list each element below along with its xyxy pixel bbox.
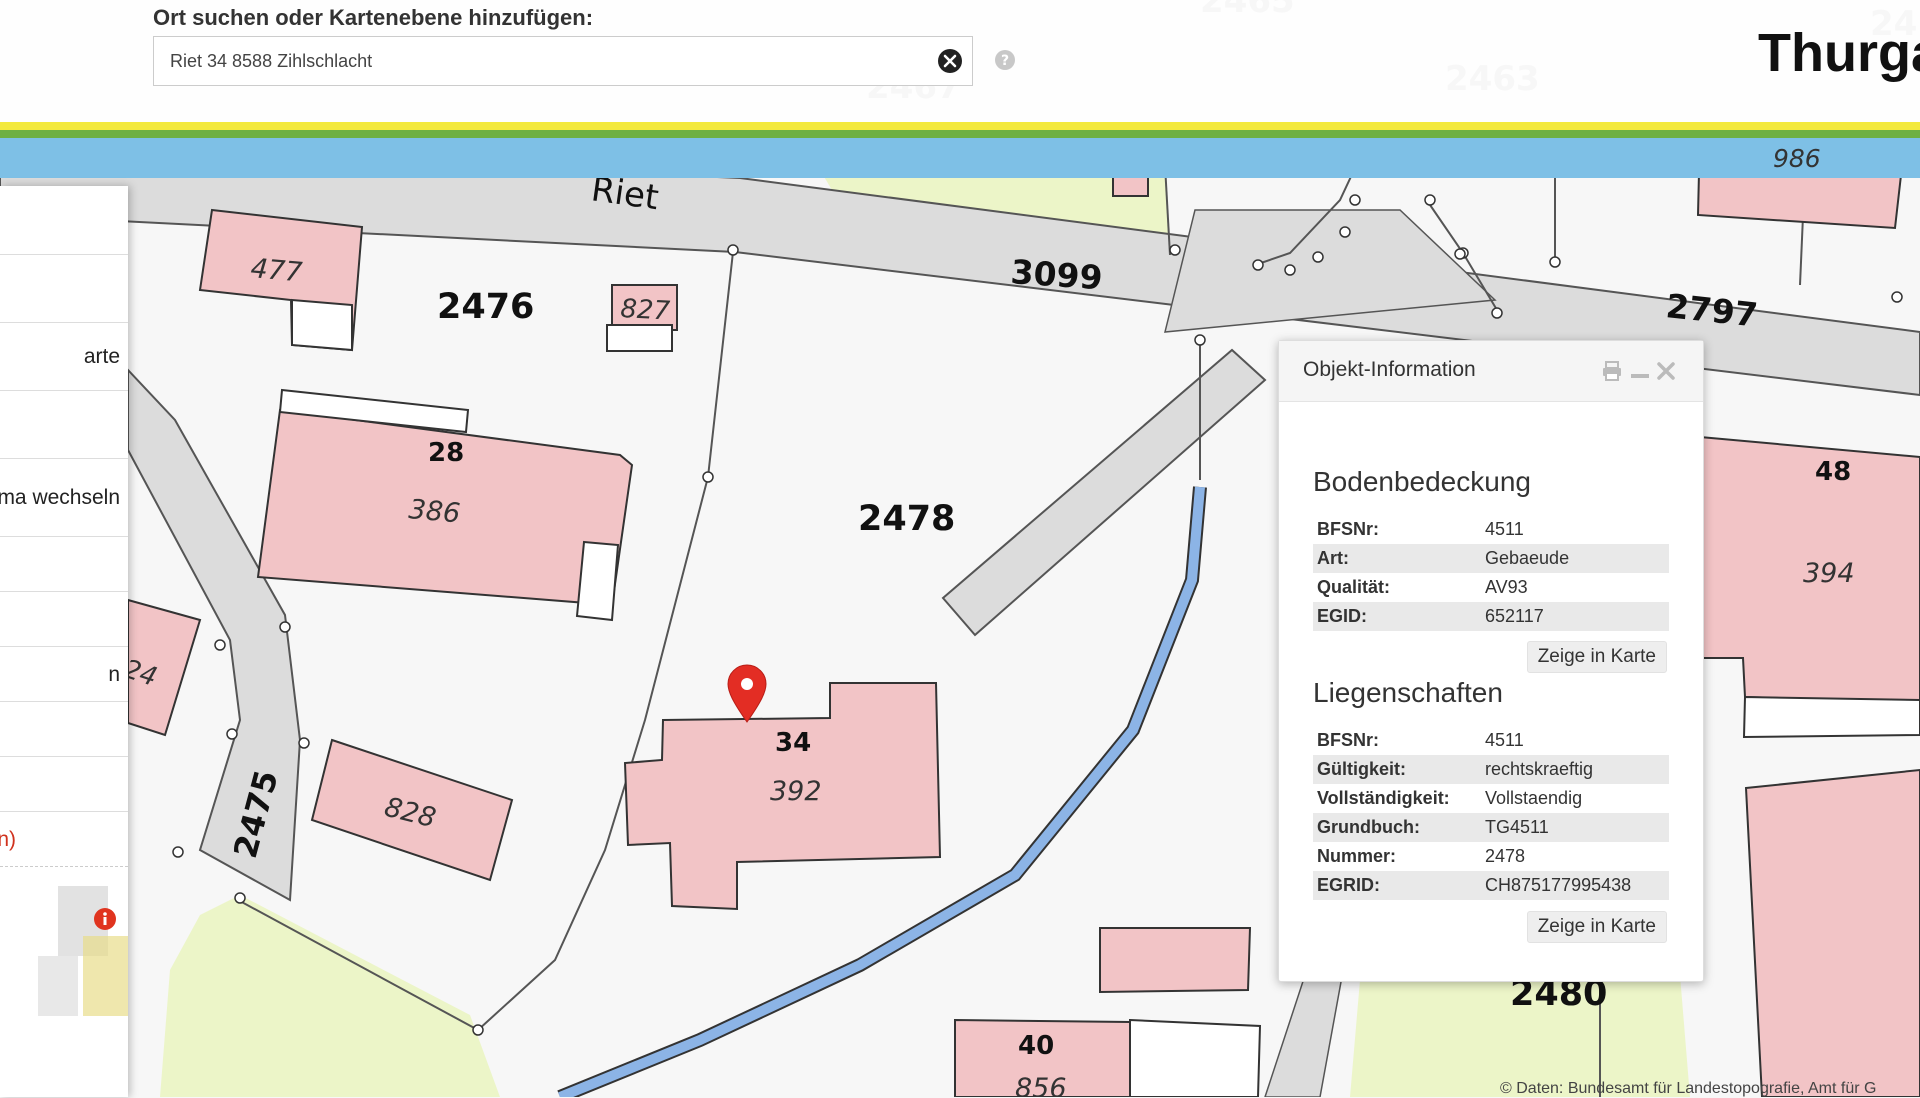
address-label: 34 (775, 728, 811, 758)
question-circle-icon[interactable]: ? (995, 50, 1015, 70)
parcel-label: 2478 (858, 499, 955, 539)
sidebar-row[interactable] (0, 591, 128, 647)
row-value: TG4511 (1481, 813, 1669, 842)
close-icon[interactable] (1655, 360, 1677, 382)
row-key: Gültigkeit: (1313, 755, 1481, 784)
table-row: Grundbuch: TG4511 (1313, 813, 1669, 842)
table-row: Gültigkeit: rechtskraeftig (1313, 755, 1669, 784)
section-title-bodenbedeckung: Bodenbedeckung (1313, 466, 1531, 497)
row-value: 2478 (1485, 846, 1526, 866)
sidebar-row[interactable] (0, 701, 128, 757)
table-row: EGID: 652117 (1313, 602, 1669, 631)
info-circle-icon[interactable] (94, 908, 116, 930)
row-key: Grundbuch: (1313, 813, 1481, 842)
popup-header[interactable]: Objekt-Information (1279, 341, 1703, 402)
building-label: 986 (1773, 144, 1821, 173)
brand-logo-text: Thurga (1758, 23, 1920, 83)
parcel-label: 2476 (437, 287, 534, 327)
svg-text:?: ? (1001, 53, 1009, 69)
zeige-in-karte-button[interactable]: Zeige in Karte (1526, 641, 1667, 673)
table-row: Qualität: AV93 (1313, 573, 1669, 602)
building-label: 386 (407, 494, 461, 529)
sidebar-row[interactable]: arte (0, 322, 128, 391)
building-label: 394 (1803, 558, 1855, 589)
row-key: Qualität: (1317, 577, 1391, 597)
sidebar-row[interactable] (0, 254, 128, 323)
table-row: Vollständigkeit: Vollstaendig (1313, 784, 1669, 813)
row-key: Vollständigkeit: (1317, 788, 1450, 808)
building-label: 392 (770, 776, 822, 807)
building-label: 827 (620, 294, 672, 327)
clear-circle-x-icon[interactable] (938, 49, 962, 73)
liegenschaften-table: BFSNr: 4511 Gültigkeit: rechtskraeftig Vol… (1313, 726, 1669, 900)
row-key: BFSNr: (1317, 730, 1379, 750)
top-bar: Ort suchen oder Kartenebene hinzufügen: … (0, 0, 1920, 125)
sidebar-row[interactable] (0, 390, 128, 459)
row-value: 4511 (1485, 730, 1524, 750)
row-value: Vollstaendig (1485, 788, 1583, 808)
sidebar-item-label: n) (0, 827, 16, 851)
bodenbedeckung-table: BFSNr: 4511 Art: Gebaeude Qualität: AV93 EG… (1313, 515, 1669, 631)
sidebar-row[interactable]: n) (0, 811, 128, 867)
sidebar-row[interactable]: n (0, 646, 128, 702)
print-icon[interactable] (1601, 360, 1623, 382)
header-stripes: 986 (0, 122, 1920, 178)
row-value: 4511 (1485, 519, 1524, 539)
panel-watermark-icon (38, 886, 128, 1016)
table-row: EGRID: CH875177995438 (1313, 871, 1669, 900)
parcel-label: 3099 (1009, 252, 1103, 297)
address-label: 28 (428, 438, 464, 468)
sidebar-row[interactable]: ma wechseln (0, 458, 128, 537)
address-label: 48 (1815, 457, 1851, 487)
popup-title: Objekt-Information (1303, 358, 1476, 381)
row-key: Art: (1313, 544, 1481, 573)
row-value: Gebaeude (1481, 544, 1669, 573)
sidebar-row[interactable] (0, 536, 128, 592)
search-label: Ort suchen oder Kartenebene hinzufügen: (153, 5, 594, 30)
row-value: CH875177995438 (1481, 871, 1669, 900)
row-value: rechtskraeftig (1481, 755, 1669, 784)
sidebar-item-label: arte (83, 345, 120, 368)
search-input[interactable] (154, 37, 914, 85)
section-title-liegenschaften: Liegenschaften (1313, 677, 1503, 708)
zeige-in-karte-button[interactable]: Zeige in Karte (1526, 911, 1667, 943)
minimize-icon[interactable] (1629, 360, 1651, 382)
sidebar-item-label: ma wechseln (0, 486, 120, 509)
row-key: Nummer: (1317, 846, 1397, 866)
building-label: 856 (1015, 1073, 1067, 1097)
row-value: 652117 (1481, 602, 1669, 631)
table-row: BFSNr: 4511 (1313, 515, 1669, 544)
left-sidebar: arte ma wechseln n n) (0, 186, 128, 1097)
row-key: BFSNr: (1317, 519, 1379, 539)
search-box[interactable] (153, 36, 973, 86)
sidebar-item-label: n (108, 662, 120, 686)
table-row: BFSNr: 4511 (1313, 726, 1669, 755)
object-info-popup[interactable]: Objekt-Information Bodenbedeckung BFSNr:… (1278, 340, 1704, 982)
building-right-south (1744, 768, 1920, 1097)
row-value: AV93 (1485, 577, 1528, 597)
table-row: Art: Gebaeude (1313, 544, 1669, 573)
map-attribution: © Daten: Bundesamt für Landestopografie,… (1500, 1080, 1877, 1097)
table-row: Nummer: 2478 (1313, 842, 1669, 871)
row-key: EGID: (1313, 602, 1481, 631)
building-label: 477 (249, 253, 303, 288)
sidebar-row[interactable] (0, 756, 128, 812)
row-key: EGRID: (1313, 871, 1481, 900)
address-label: 40 (1018, 1031, 1054, 1061)
